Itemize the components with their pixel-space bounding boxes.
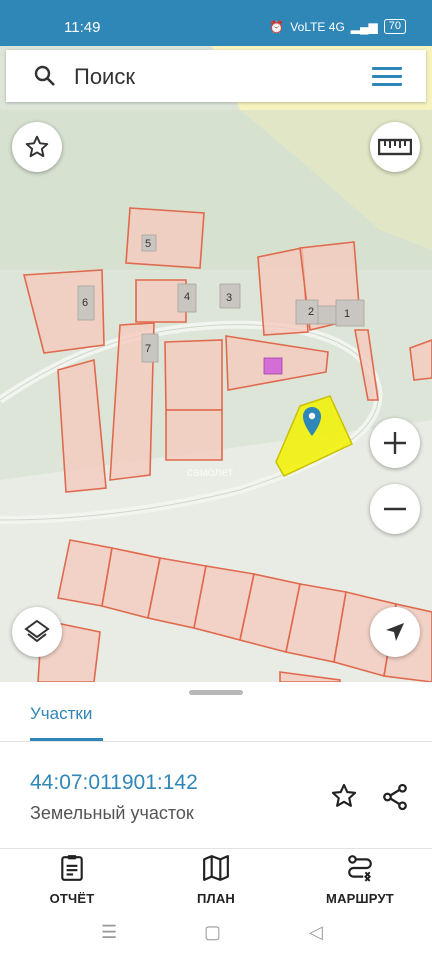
map-watermark: самолет bbox=[187, 465, 234, 479]
navigation-arrow-icon bbox=[386, 623, 404, 641]
signal-icon: ▂▄▆ bbox=[350, 19, 378, 34]
parcel-number: 7 bbox=[145, 343, 151, 355]
building-highlight bbox=[263, 357, 283, 375]
map-canvas[interactable]: 5 6 4 3 2 1 7 самолет bbox=[0, 46, 432, 682]
parcel-number: 2 bbox=[308, 306, 314, 318]
ruler-icon bbox=[378, 138, 412, 156]
parcel[interactable] bbox=[164, 339, 223, 411]
minus-icon bbox=[384, 507, 406, 511]
layers-icon bbox=[24, 619, 50, 643]
search-input[interactable]: Поиск bbox=[74, 64, 135, 90]
map-view[interactable]: 5 6 4 3 2 1 7 самолет bbox=[0, 46, 432, 682]
parcel[interactable] bbox=[409, 339, 432, 381]
menu-icon[interactable] bbox=[372, 67, 402, 87]
star-icon bbox=[25, 135, 49, 158]
network-label: VoLTE 4G bbox=[290, 19, 345, 34]
status-icons: ⏰ VoLTE 4G ▂▄▆ 70 bbox=[269, 19, 406, 34]
ruler-button[interactable] bbox=[370, 122, 420, 172]
tab-parcels[interactable]: Участки bbox=[30, 704, 92, 724]
nav-plan-button[interactable]: ПЛАН bbox=[156, 854, 276, 906]
nav-route-label: МАРШРУТ bbox=[326, 891, 394, 906]
zoom-in-button[interactable] bbox=[370, 418, 420, 468]
cadastral-number[interactable]: 44:07:011901:142 bbox=[30, 771, 198, 795]
nav-route-button[interactable]: МАРШРУТ bbox=[300, 854, 420, 906]
status-time: 11:49 bbox=[64, 19, 101, 36]
my-location-button[interactable] bbox=[370, 607, 420, 657]
status-bar: 11:49 ⏰ VoLTE 4G ▂▄▆ 70 bbox=[0, 0, 432, 46]
system-back-icon[interactable]: ◁ bbox=[309, 922, 323, 943]
nav-plan-label: ПЛАН bbox=[196, 891, 236, 906]
battery-icon: 70 bbox=[383, 19, 406, 34]
divider bbox=[0, 741, 432, 742]
search-bar[interactable]: Поиск bbox=[6, 50, 426, 102]
share-icon[interactable] bbox=[380, 782, 410, 812]
system-menu-icon[interactable]: ☰ bbox=[101, 922, 117, 943]
route-icon bbox=[348, 855, 372, 882]
layers-button[interactable] bbox=[12, 607, 62, 657]
bottom-sheet[interactable]: Участки 44:07:011901:142 Земельный участ… bbox=[0, 682, 432, 960]
building bbox=[317, 305, 337, 325]
zoom-out-button[interactable] bbox=[370, 484, 420, 534]
search-icon[interactable] bbox=[34, 65, 56, 87]
nav-report-label: ОТЧЁТ bbox=[49, 891, 95, 906]
sheet-drag-handle[interactable] bbox=[189, 690, 243, 695]
parcel[interactable] bbox=[125, 207, 205, 269]
parcel[interactable] bbox=[165, 409, 223, 461]
property-type: Земельный участок bbox=[30, 803, 194, 823]
map-plan-icon bbox=[203, 855, 229, 881]
parcel-number: 5 bbox=[145, 238, 151, 250]
divider bbox=[0, 848, 432, 849]
nav-report-button[interactable]: ОТЧЁТ bbox=[12, 854, 132, 906]
star-icon[interactable] bbox=[330, 782, 358, 810]
parcel-number: 4 bbox=[184, 291, 190, 303]
parcel-number: 6 bbox=[82, 297, 88, 309]
report-icon bbox=[61, 855, 83, 881]
building bbox=[295, 299, 319, 325]
alarm-icon: ⏰ bbox=[269, 19, 285, 34]
parcel-number: 1 bbox=[344, 308, 350, 320]
parcel-number: 3 bbox=[226, 292, 232, 304]
favorite-map-button[interactable] bbox=[12, 122, 62, 172]
plus-icon bbox=[384, 432, 406, 454]
system-home-icon[interactable]: ▢ bbox=[204, 922, 221, 943]
